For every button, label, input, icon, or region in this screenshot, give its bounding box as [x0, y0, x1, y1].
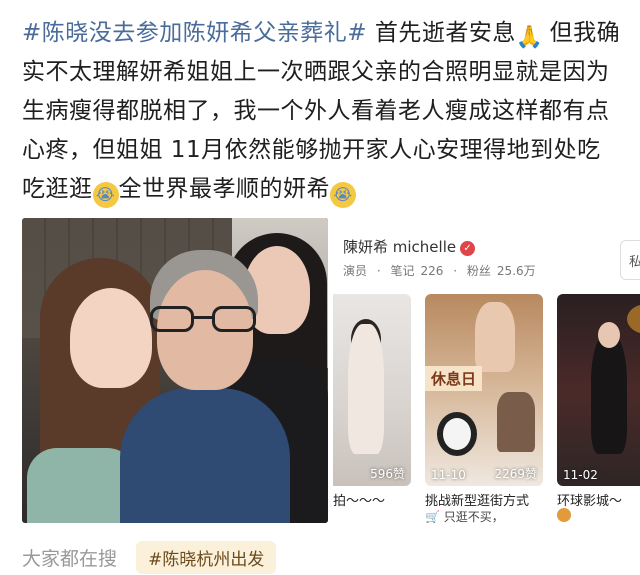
post-text-3: 全世界最孝顺的妍希 [118, 176, 330, 202]
notes-label: 笔记 [390, 264, 415, 278]
card-subtitle-text: 只逛不买， [443, 510, 504, 523]
avatar-icon [557, 508, 571, 522]
cart-icon: 🛒 [425, 510, 440, 523]
family-photo[interactable] [22, 218, 328, 523]
card-date: 11-02 [563, 468, 598, 482]
seated-figure [497, 392, 535, 452]
trending-tag[interactable]: #陈晓杭州出发 [136, 541, 277, 574]
card-title-3[interactable]: 环球影城～ [557, 490, 622, 509]
card-subtitle-3 [557, 508, 571, 523]
left-woman-face [70, 288, 152, 388]
profile-screenshot[interactable]: 陳妍希 michelle ✓ 演员 · 笔记 226 · 粉丝 25.6万 私 596… [333, 218, 640, 523]
pray-icon: 🙏 [515, 25, 544, 50]
lamp-glow [627, 304, 640, 334]
card-figure [348, 324, 384, 454]
card-figure-head [598, 322, 620, 348]
post-hashtag[interactable]: #陈晓没去参加陈妍希父亲葬礼# [22, 20, 367, 46]
glasses [150, 306, 260, 332]
notes-count: 226 [420, 264, 444, 278]
post-text-1: 首先逝者安息 [367, 20, 516, 46]
profile-name: 陳妍希 michelle ✓ [343, 236, 476, 257]
note-card-3[interactable]: 11-02 [557, 294, 640, 486]
note-card-1[interactable]: 596赞 [333, 294, 411, 486]
crying-face-icon: 😭 [92, 182, 119, 208]
card-title-1[interactable]: 拍～～～ [333, 490, 385, 509]
father-body [120, 388, 290, 523]
profile-name-text: 陳妍希 michelle [343, 238, 457, 256]
card-figure [475, 302, 515, 372]
card-title-2[interactable]: 挑战新型逛街方式 [425, 490, 529, 509]
card-date: 11-10 [431, 468, 466, 482]
profile-stats: 演员 · 笔记 226 · 粉丝 25.6万 [343, 264, 536, 278]
card-figure [591, 334, 627, 454]
card-likes: 2269赞 [494, 467, 537, 481]
note-card-2[interactable]: 休息日 11-10 2269赞 [425, 294, 543, 486]
card-subtitle-2: 🛒 只逛不买， [425, 508, 504, 523]
message-button[interactable]: 私 [620, 240, 640, 280]
verified-icon: ✓ [460, 241, 476, 256]
card-sign: 休息日 [425, 366, 483, 391]
fans-count: 25.6万 [496, 264, 536, 278]
search-label: 大家都在搜 [22, 548, 118, 570]
fans-label: 粉丝 [466, 264, 491, 278]
profile-role: 演员 [343, 264, 368, 278]
trending-search-row: 大家都在搜 #陈晓杭州出发 [22, 541, 277, 575]
panda-toy [437, 412, 477, 456]
crying-face-icon-2: 😭 [330, 182, 356, 208]
post-text: #陈晓没去参加陈妍希父亲葬礼# 首先逝者安息🙏 但我确实不太理解妍希姐姐上一次晒… [22, 14, 622, 209]
card-likes: 596赞 [370, 467, 405, 481]
